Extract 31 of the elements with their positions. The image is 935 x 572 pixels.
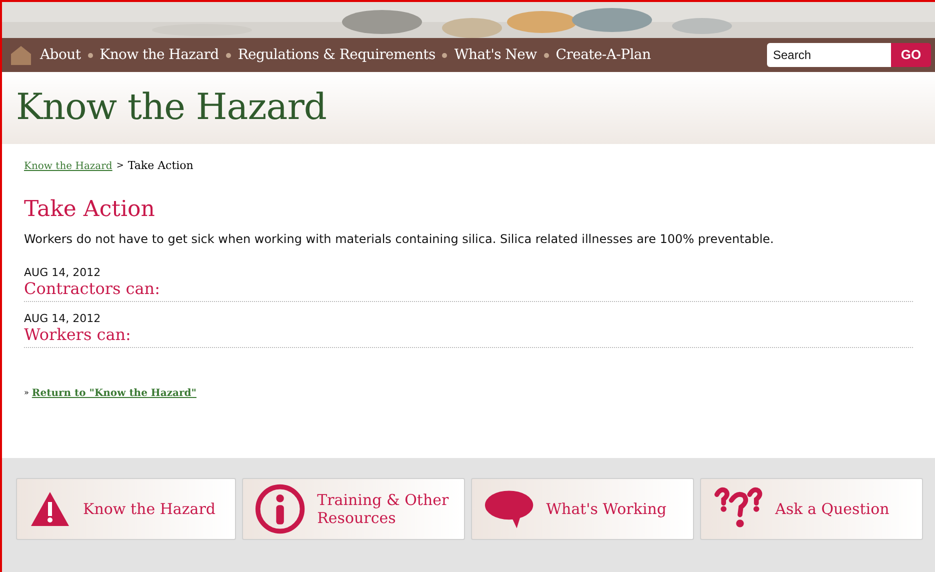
- home-icon[interactable]: [10, 45, 32, 65]
- search-field[interactable]: Search: [767, 43, 891, 67]
- entry-date: AUG 14, 2012: [24, 312, 102, 324]
- quick-link-card[interactable]: Ask a Question: [700, 478, 923, 540]
- quick-link-card[interactable]: What's Working: [471, 478, 694, 540]
- breadcrumb-separator: >: [116, 160, 124, 172]
- info-icon: [255, 483, 306, 535]
- bullet-icon: [88, 52, 93, 58]
- warning-icon: [29, 490, 71, 528]
- bullet-glyph: »: [24, 387, 29, 399]
- breadcrumb-current: Take Action: [128, 158, 194, 174]
- entry-title[interactable]: Workers can:: [24, 324, 131, 344]
- nav-link[interactable]: What's New: [454, 44, 537, 66]
- bullet-icon: [544, 52, 549, 58]
- nav-link[interactable]: About: [40, 44, 81, 66]
- go-button[interactable]: GO: [891, 43, 931, 67]
- intro-text: Workers do not have to get sick when working with materials containing silica. Silica related illnesses are 100% preventable.: [24, 230, 775, 248]
- speech-bubble-icon: [484, 488, 534, 530]
- bullet-icon: [226, 52, 231, 58]
- nav-link[interactable]: Create-A-Plan: [556, 44, 651, 66]
- page-heading: Take Action: [24, 196, 156, 224]
- bullet-icon: [442, 52, 448, 58]
- breadcrumb-link[interactable]: Know the Hazard: [24, 158, 112, 174]
- return-link[interactable]: Return to "Know the Hazard": [32, 386, 196, 400]
- quick-link-card[interactable]: Training & Other Resources: [242, 478, 465, 540]
- banner-title: Know the Hazard: [16, 86, 326, 130]
- entry-title[interactable]: Contractors can:: [24, 278, 160, 298]
- entry-date: AUG 14, 2012: [24, 266, 102, 278]
- nav-link[interactable]: Know the Hazard: [100, 44, 219, 66]
- quick-link-card[interactable]: Know the Hazard: [16, 478, 236, 540]
- nav-link[interactable]: Regulations & Requirements: [238, 44, 436, 66]
